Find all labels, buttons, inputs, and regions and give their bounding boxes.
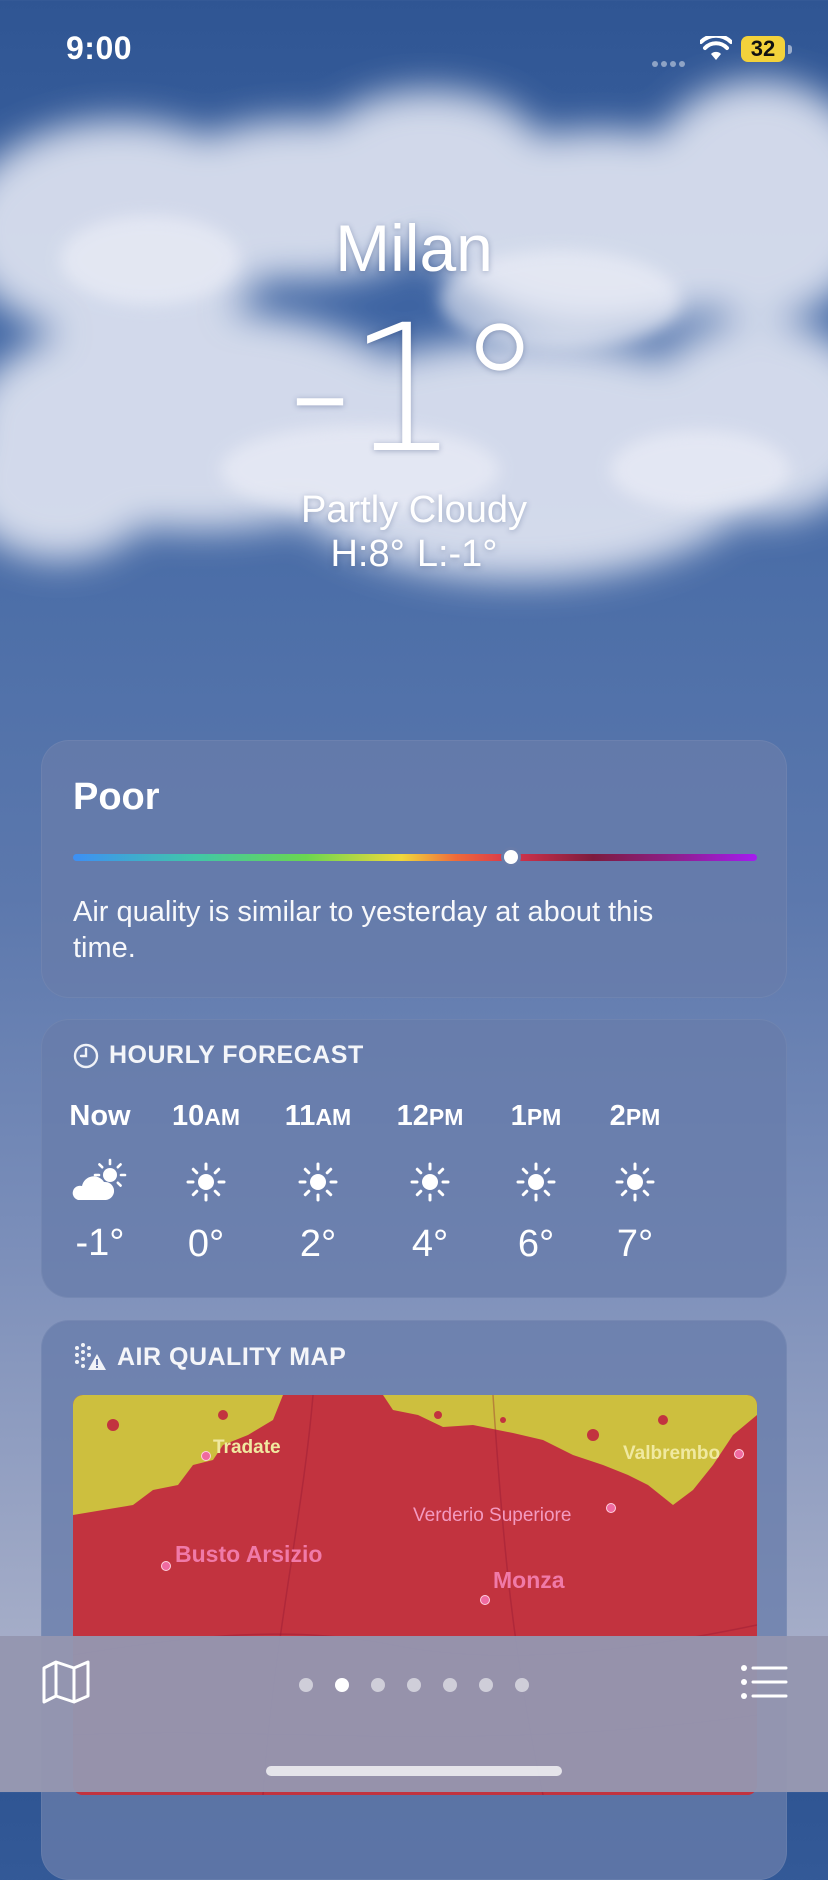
hour-suffix: PM bbox=[428, 1104, 464, 1130]
list-icon[interactable] bbox=[738, 1656, 790, 1708]
high-temp: H:8° bbox=[330, 533, 405, 575]
map-label-valbrembo: Valbrembo bbox=[623, 1443, 721, 1464]
hourly-item: 1PM 6° bbox=[481, 1099, 591, 1266]
hourly-item: 2PM 7° bbox=[580, 1099, 690, 1266]
air-quality-warning-icon bbox=[73, 1342, 107, 1372]
hourly-item: 12PM 4° bbox=[375, 1099, 485, 1266]
page-dot[interactable] bbox=[515, 1678, 529, 1692]
hour-label: 1PM bbox=[510, 1100, 562, 1132]
status-time: 9:00 bbox=[66, 30, 133, 66]
hourly-list: Now -1° 10AM 0° 11AM 2° 12PM 4° 1PM 6° 2PM 7° bbox=[41, 1099, 787, 1279]
hour-suffix: PM bbox=[526, 1104, 562, 1130]
map-label-busto-arsizio: Busto Arsizio bbox=[175, 1541, 323, 1567]
map-marker-tradate[interactable] bbox=[201, 1451, 211, 1461]
condition-text: Partly Cloudy bbox=[301, 489, 527, 531]
status-bar: 9:00 32 bbox=[0, 0, 828, 100]
hour-temperature: 4° bbox=[411, 1223, 449, 1265]
wifi-icon bbox=[700, 36, 732, 60]
map-label-monza: Monza bbox=[493, 1567, 565, 1593]
home-indicator[interactable] bbox=[266, 1766, 562, 1776]
hour-suffix: PM bbox=[625, 1104, 661, 1130]
hour-label: 12PM bbox=[396, 1100, 464, 1132]
map-label-tradate: Tradate bbox=[213, 1437, 281, 1458]
hour-temperature: 7° bbox=[616, 1223, 654, 1265]
hourly-item: Now -1° bbox=[45, 1099, 155, 1265]
page-dot[interactable] bbox=[479, 1678, 493, 1692]
aqi-indicator bbox=[503, 850, 518, 864]
page-indicator[interactable] bbox=[0, 1678, 828, 1692]
map-label-verderio-superiore: Verderio Superiore bbox=[413, 1505, 572, 1526]
current-temperature: -1° bbox=[288, 287, 543, 492]
hour-label: 11AM bbox=[284, 1100, 352, 1132]
air-quality-card[interactable]: Poor Air quality is similar to yesterday… bbox=[41, 740, 787, 998]
sun-icon bbox=[151, 1150, 261, 1214]
partly-cloudy-icon bbox=[45, 1149, 155, 1213]
hour-label: 2PM bbox=[609, 1100, 661, 1132]
hourly-item: 10AM 0° bbox=[151, 1099, 261, 1266]
page-dot[interactable] bbox=[371, 1678, 385, 1692]
sun-icon bbox=[580, 1150, 690, 1214]
current-weather: Milan -1° Partly Cloudy H:8° L:-1° bbox=[0, 210, 828, 575]
map-marker-verderio-superiore[interactable] bbox=[606, 1503, 616, 1513]
aqi-level: Poor bbox=[73, 776, 160, 818]
sun-icon bbox=[375, 1150, 485, 1214]
page-dot[interactable] bbox=[443, 1678, 457, 1692]
sun-icon bbox=[263, 1150, 373, 1214]
battery-nub bbox=[788, 45, 792, 54]
cellular-signal-icon bbox=[652, 54, 688, 72]
aqi-scale-bar bbox=[73, 854, 757, 861]
map-marker-valbrembo[interactable] bbox=[734, 1449, 744, 1459]
hourly-forecast-card[interactable]: HOURLY FORECAST Now -1° 10AM 0° 11AM 2° 12PM 4°… bbox=[41, 1019, 787, 1298]
hour-label: 10AM bbox=[171, 1100, 241, 1132]
low-temp: L:-1° bbox=[416, 533, 498, 575]
clock-icon bbox=[73, 1043, 99, 1069]
hour-suffix: AM bbox=[315, 1104, 352, 1130]
page-dot[interactable] bbox=[407, 1678, 421, 1692]
hour-temperature: 6° bbox=[517, 1223, 555, 1265]
hour-temperature: 0° bbox=[187, 1223, 225, 1265]
page-dot[interactable] bbox=[299, 1678, 313, 1692]
hour-temperature: 2° bbox=[299, 1223, 337, 1265]
city-name: Milan bbox=[335, 211, 493, 285]
hour-suffix: AM bbox=[204, 1104, 241, 1130]
air-quality-map-card[interactable]: AIR QUALITY MAP Tradate Valbrembo Verder… bbox=[41, 1320, 787, 1880]
hourly-item: 11AM 2° bbox=[263, 1099, 373, 1266]
hour-temperature: -1° bbox=[75, 1222, 125, 1264]
aqi-description: Air quality is similar to yesterday at a… bbox=[73, 896, 654, 964]
hourly-forecast-header: HOURLY FORECAST bbox=[73, 1041, 364, 1070]
air-quality-map-title: AIR QUALITY MAP bbox=[117, 1342, 347, 1371]
sun-icon bbox=[481, 1150, 591, 1214]
high-low: H:8° L:-1° bbox=[0, 532, 828, 576]
battery-icon: 32 bbox=[741, 36, 785, 62]
map-marker-monza[interactable] bbox=[480, 1595, 490, 1605]
page-dot-active[interactable] bbox=[335, 1678, 349, 1692]
air-quality-map-header: AIR QUALITY MAP bbox=[73, 1342, 346, 1372]
hour-label: Now bbox=[69, 1100, 131, 1132]
hourly-forecast-title: HOURLY FORECAST bbox=[109, 1041, 364, 1069]
map-marker-busto-arsizio[interactable] bbox=[161, 1561, 171, 1571]
